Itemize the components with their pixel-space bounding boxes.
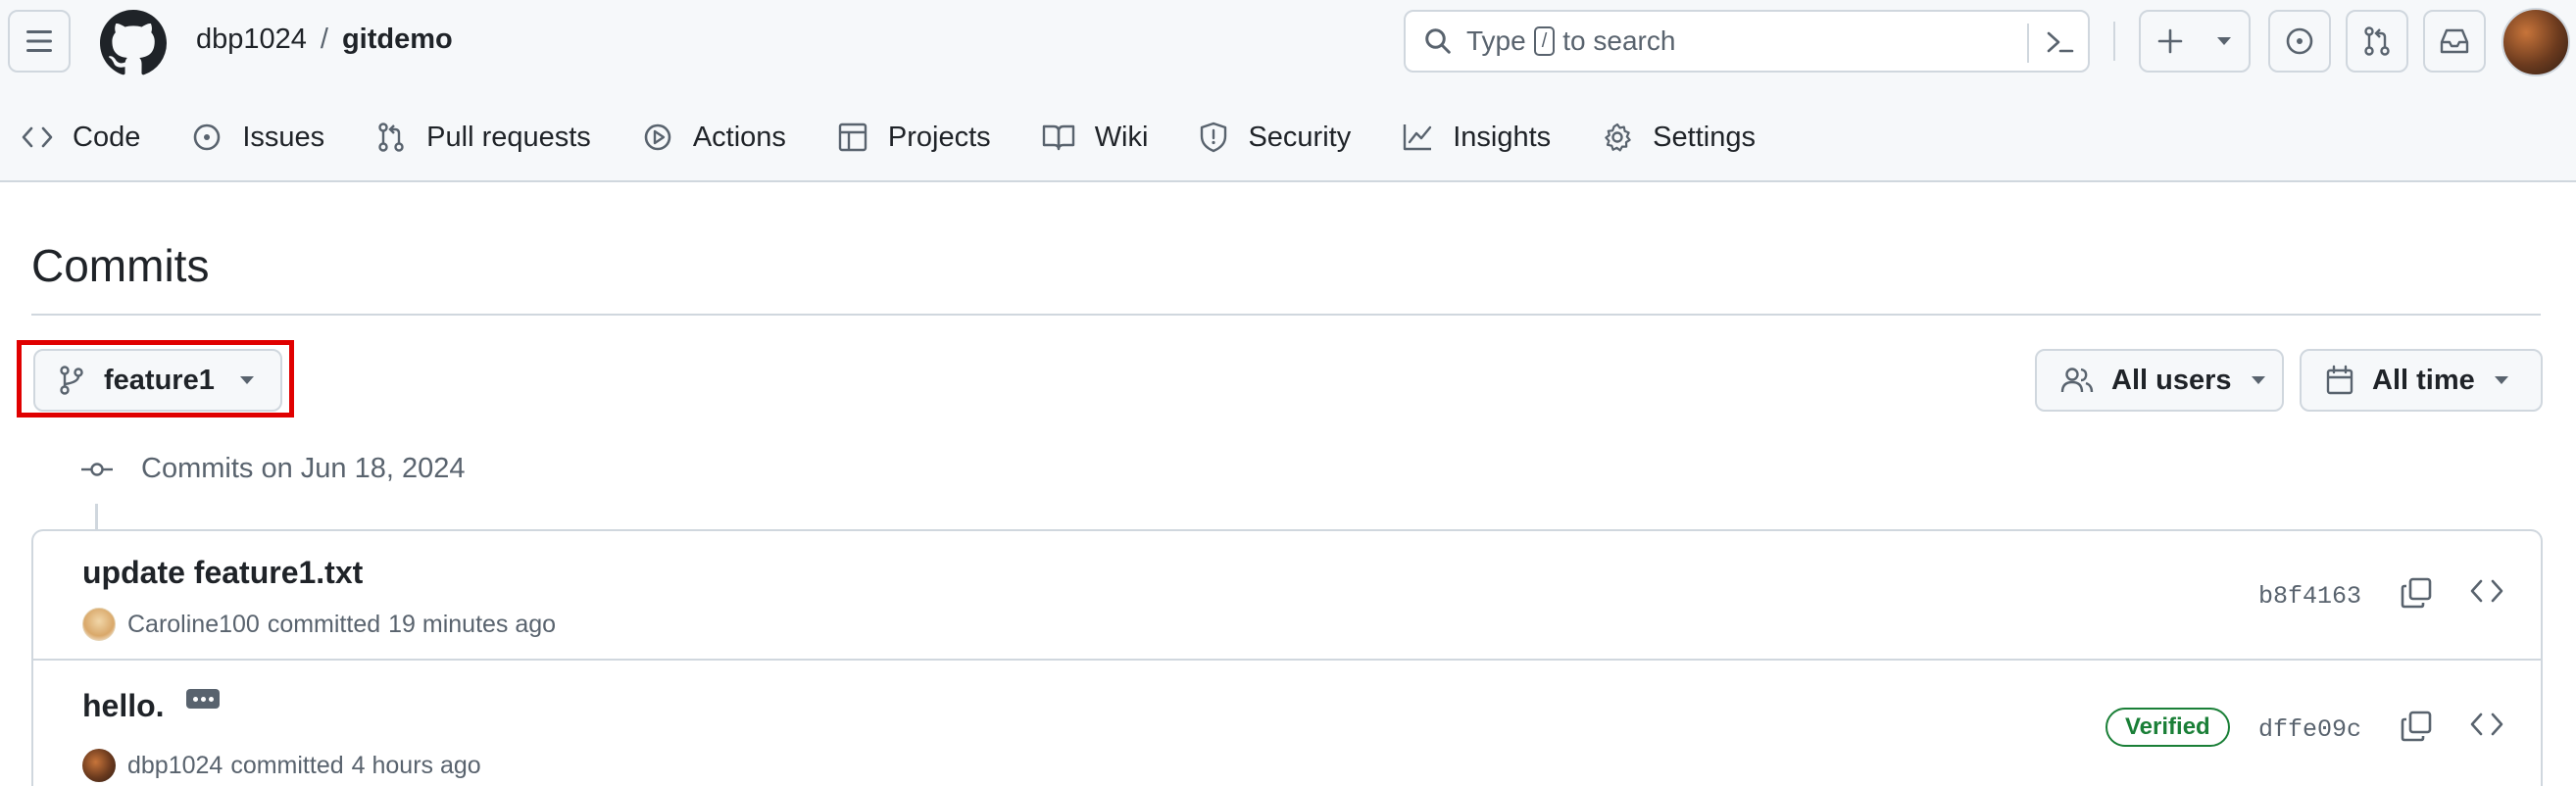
timeline-line <box>95 504 98 531</box>
tab-label: Insights <box>1453 121 1552 153</box>
issue-opened-icon <box>2286 27 2313 55</box>
shield-icon <box>1201 122 1227 153</box>
tab-issues[interactable]: Issues <box>191 122 324 154</box>
user-avatar[interactable] <box>2502 8 2570 76</box>
tab-label: Code <box>73 121 141 153</box>
calendar-icon <box>2326 365 2353 395</box>
author-avatar[interactable] <box>82 608 116 641</box>
tab-projects[interactable]: Projects <box>837 122 991 154</box>
breadcrumb-separator: / <box>320 24 328 55</box>
people-icon <box>2060 368 2094 393</box>
commit-time: 19 minutes ago <box>388 610 557 638</box>
tab-security[interactable]: Security <box>1199 122 1351 154</box>
tab-label: Projects <box>887 121 991 153</box>
time-filter-button[interactable]: All time <box>2300 349 2543 412</box>
tab-code[interactable]: Code <box>22 122 140 154</box>
header-divider <box>2113 22 2115 61</box>
commit-message-row: hello. <box>82 688 220 724</box>
inbox-button[interactable] <box>2423 10 2486 73</box>
github-logo-icon[interactable] <box>100 10 167 76</box>
tab-label: Actions <box>692 121 786 153</box>
commit-row: hello. dbp1024 committed 4 hours ago Ver… <box>33 661 2541 786</box>
git-commit-icon <box>81 462 113 476</box>
create-new-button[interactable] <box>2139 10 2251 73</box>
play-icon <box>644 123 671 151</box>
app-header: dbp1024 / gitdemo Type / to search Code <box>0 0 2576 182</box>
git-pull-request-icon <box>378 123 404 152</box>
search-placeholder-post: to search <box>1562 25 1676 56</box>
search-placeholder: Type / to search <box>1466 25 1675 57</box>
hamburger-icon <box>26 30 52 52</box>
author-avatar[interactable] <box>82 749 116 782</box>
repo-name-link[interactable]: gitdemo <box>342 24 453 56</box>
branch-selector-button[interactable]: feature1 <box>33 349 282 412</box>
commit-group-header: Commits on Jun 18, 2024 <box>80 453 465 485</box>
page-title: Commits <box>31 240 210 291</box>
gear-icon <box>1605 123 1631 152</box>
users-filter-label: All users <box>2111 364 2232 396</box>
copy-icon[interactable] <box>2400 576 2433 610</box>
tab-label: Settings <box>1653 121 1756 153</box>
commit-sha-link[interactable]: dffe09c <box>2258 715 2361 744</box>
branch-name: feature1 <box>104 364 215 396</box>
git-pull-request-icon <box>2364 26 2390 56</box>
tab-actions[interactable]: Actions <box>642 122 786 154</box>
table-icon <box>838 123 867 152</box>
inbox-icon <box>2440 28 2469 54</box>
commit-row: update feature1.txt Caroline100 committe… <box>33 531 2541 661</box>
your-issues-button[interactable] <box>2268 10 2331 73</box>
commit-author-link[interactable]: dbp1024 <box>127 752 223 780</box>
repo-tabs: Code Issues Pull requests Actions Projec… <box>22 116 1807 159</box>
commit-message-link[interactable]: update feature1.txt <box>82 555 363 591</box>
command-palette-icon[interactable] <box>2045 27 2076 57</box>
chevron-down-icon <box>2494 376 2508 384</box>
commit-author-link[interactable]: Caroline100 <box>127 611 260 639</box>
users-filter-button[interactable]: All users <box>2035 349 2284 412</box>
copy-icon[interactable] <box>2400 710 2433 743</box>
search-placeholder-pre: Type <box>1466 25 1526 56</box>
commit-action: committed <box>230 751 344 779</box>
tab-label: Wiki <box>1094 121 1149 153</box>
browse-code-icon[interactable] <box>2470 712 2503 737</box>
commit-list: update feature1.txt Caroline100 committe… <box>31 529 2543 786</box>
commit-sha-link[interactable]: b8f4163 <box>2258 582 2361 611</box>
issue-opened-icon <box>194 123 221 151</box>
breadcrumb: dbp1024 / gitdemo <box>196 24 453 56</box>
your-pull-requests-button[interactable] <box>2346 10 2408 73</box>
tab-settings[interactable]: Settings <box>1602 122 1756 154</box>
search-divider <box>2027 24 2029 63</box>
chevron-down-icon <box>2217 37 2231 45</box>
title-divider <box>31 314 2541 316</box>
menu-button[interactable] <box>8 10 71 73</box>
chevron-down-icon <box>239 376 254 384</box>
search-icon <box>1425 28 1451 54</box>
chevron-down-icon <box>2251 376 2265 384</box>
code-icon <box>22 126 53 148</box>
commit-group-date: Commits on Jun 18, 2024 <box>141 453 466 484</box>
graph-icon <box>1404 124 1432 151</box>
tab-insights[interactable]: Insights <box>1402 122 1551 154</box>
tab-wiki[interactable]: Wiki <box>1042 121 1149 154</box>
search-shortcut-key: / <box>1533 26 1556 56</box>
book-icon <box>1042 124 1074 151</box>
tab-label: Issues <box>242 121 325 153</box>
commit-message-link[interactable]: hello. <box>82 688 165 724</box>
commit-action: committed <box>267 610 381 638</box>
tab-label: Security <box>1248 121 1352 153</box>
tab-pull-requests[interactable]: Pull requests <box>375 122 591 154</box>
git-branch-icon <box>60 366 83 395</box>
browse-code-icon[interactable] <box>2470 578 2503 604</box>
commit-meta: Caroline100 committed 19 minutes ago <box>82 608 556 641</box>
time-filter-label: All time <box>2372 364 2475 396</box>
commit-meta: dbp1024 committed 4 hours ago <box>82 749 481 782</box>
search-input[interactable]: Type / to search <box>1404 10 2090 73</box>
tab-label: Pull requests <box>426 121 591 153</box>
expand-message-button[interactable] <box>185 688 220 709</box>
plus-icon <box>2157 28 2183 54</box>
verified-badge[interactable]: Verified <box>2105 708 2230 747</box>
repo-owner-link[interactable]: dbp1024 <box>196 24 307 56</box>
commit-time: 4 hours ago <box>351 751 481 779</box>
